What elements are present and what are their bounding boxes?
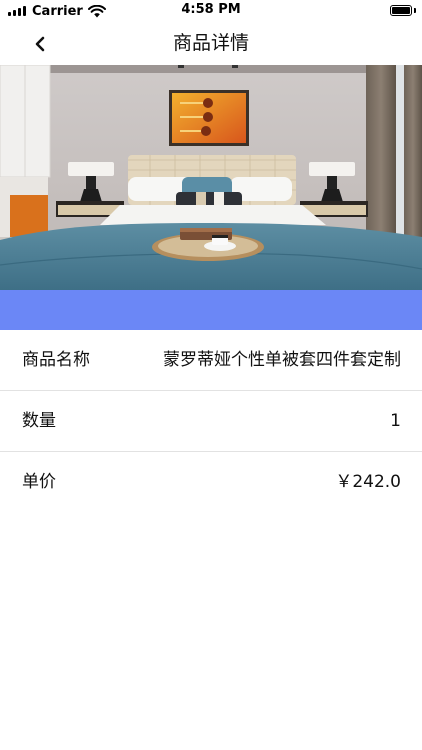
status-bar: Carrier 4:58 PM [0, 0, 422, 22]
detail-row-quantity: 数量 1 [0, 391, 422, 452]
status-time: 4:58 PM [181, 2, 241, 17]
product-image [0, 65, 422, 290]
navigation-bar: 商品详情 [0, 22, 422, 65]
product-name-value: 蒙罗蒂娅个性单被套四件套定制 [163, 350, 401, 370]
detail-row-product-name: 商品名称 蒙罗蒂娅个性单被套四件套定制 [0, 330, 422, 391]
unit-price-value: ￥242.0 [335, 472, 401, 492]
quantity-label: 数量 [22, 411, 56, 431]
product-detail-screen: Carrier 4:58 PM 商品详情 商品名称 蒙罗蒂娅个性单被套四件套定制… [0, 0, 422, 750]
quantity-value: 1 [390, 411, 401, 431]
battery-icon [390, 5, 412, 16]
image-caption-strip [0, 290, 422, 330]
unit-price-label: 单价 [22, 472, 56, 492]
page-title: 商品详情 [172, 32, 249, 54]
bedroom-photo [0, 65, 422, 290]
detail-row-unit-price: 单价 ￥242.0 [0, 452, 422, 513]
product-detail-list: 商品名称 蒙罗蒂娅个性单被套四件套定制 数量 1 单价 ￥242.0 [0, 330, 422, 513]
battery-cap [414, 8, 416, 13]
product-name-label: 商品名称 [22, 350, 90, 370]
